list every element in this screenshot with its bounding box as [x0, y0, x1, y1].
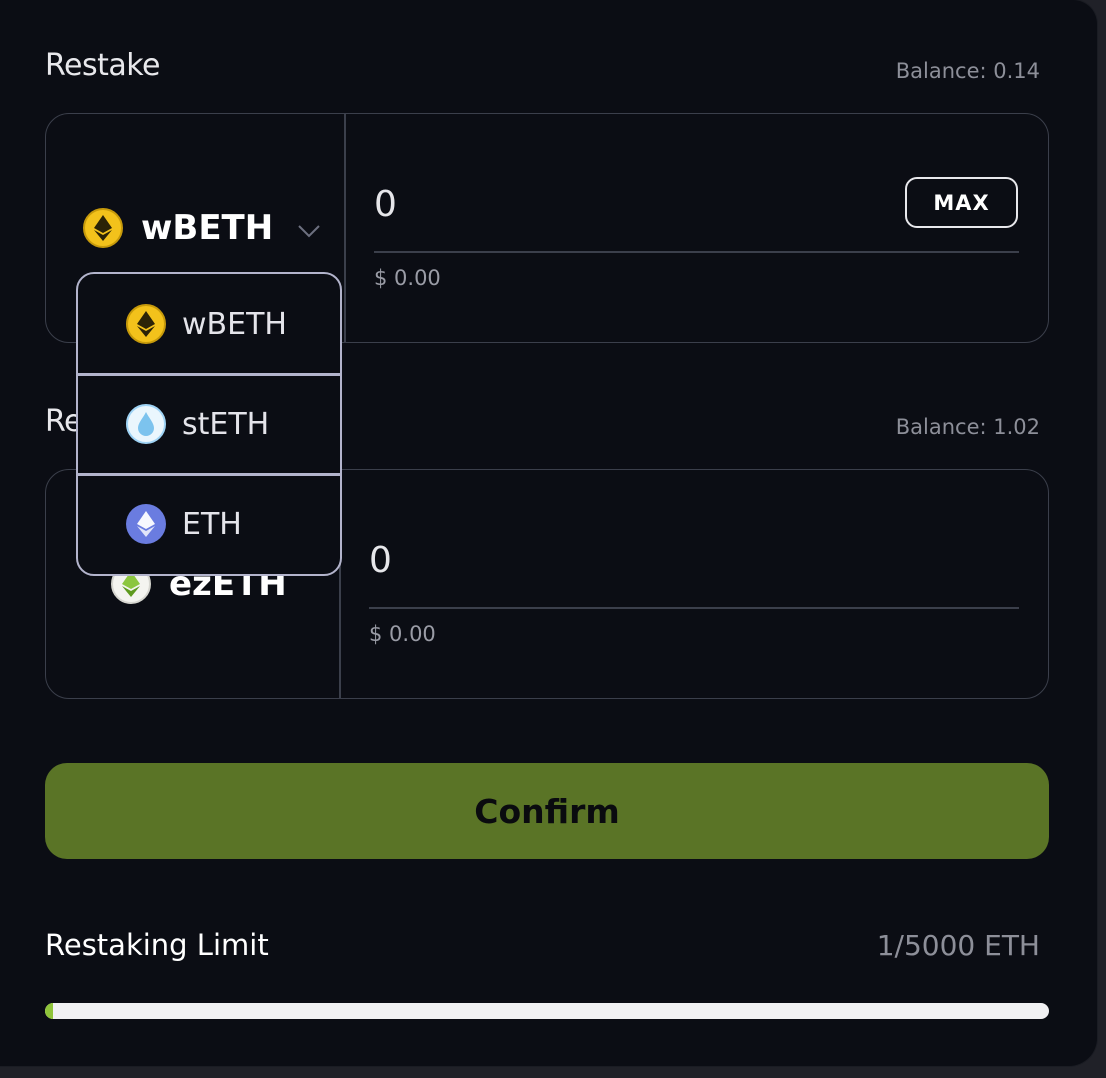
dropdown-item-eth[interactable]: ETH: [78, 474, 340, 574]
restake-card: Restake Balance: 0.14 wBETH 0 MAX $ 0.00…: [0, 0, 1097, 1066]
restaking-limit-label: Restaking Limit: [45, 928, 269, 962]
confirm-button[interactable]: Confirm: [45, 763, 1049, 859]
wbeth-icon: [83, 208, 123, 248]
restake-token-label: wBETH: [141, 208, 274, 248]
max-button[interactable]: MAX: [905, 177, 1018, 228]
restaking-limit-progress-fill: [45, 1003, 53, 1019]
steth-icon: [126, 404, 166, 444]
restake-balance: Balance: 0.14: [895, 59, 1040, 83]
dropdown-item-label: ETH: [182, 506, 242, 542]
restake-token-selector[interactable]: wBETH: [83, 208, 321, 248]
restaking-limit-progress: [45, 1003, 1049, 1019]
token-dropdown: wBETH stETH ETH: [76, 272, 342, 576]
restaking-limit-value: 1/5000 ETH: [876, 929, 1040, 962]
wbeth-icon: [126, 304, 166, 344]
eth-icon: [126, 504, 166, 544]
receive-balance: Balance: 1.02: [895, 415, 1040, 439]
dropdown-item-wbeth[interactable]: wBETH: [78, 274, 340, 374]
restake-usd-value: $ 0.00: [374, 266, 441, 290]
dropdown-item-steth[interactable]: stETH: [78, 374, 340, 474]
restake-label: Restake: [45, 48, 161, 83]
restake-amount-underline: [374, 251, 1019, 253]
restake-divider: [344, 114, 346, 342]
dropdown-item-label: wBETH: [182, 306, 287, 342]
receive-usd-value: $ 0.00: [369, 622, 436, 646]
chevron-down-icon: [297, 208, 321, 248]
receive-amount-underline: [369, 607, 1019, 609]
dropdown-item-label: stETH: [182, 406, 270, 442]
restake-amount-input[interactable]: 0: [374, 184, 397, 225]
receive-amount: 0: [369, 540, 392, 581]
